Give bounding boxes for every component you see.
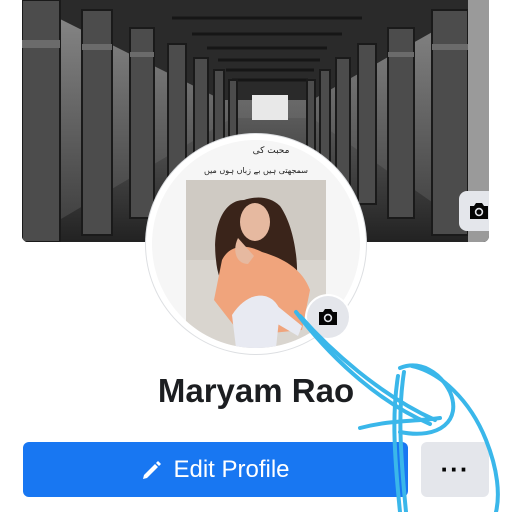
profile-name: Maryam Rao: [157, 372, 355, 409]
edit-profile-button[interactable]: Edit Profile: [23, 442, 408, 497]
profile-camera-button[interactable]: [307, 296, 349, 338]
more-options-label: ···: [440, 454, 470, 484]
more-options-button[interactable]: ···: [421, 442, 489, 497]
edit-profile-label: Edit Profile: [173, 455, 290, 483]
camera-icon: [319, 309, 337, 325]
cover-camera-button[interactable]: [459, 191, 489, 231]
pencil-icon: [143, 460, 162, 479]
camera-icon: [470, 203, 488, 219]
